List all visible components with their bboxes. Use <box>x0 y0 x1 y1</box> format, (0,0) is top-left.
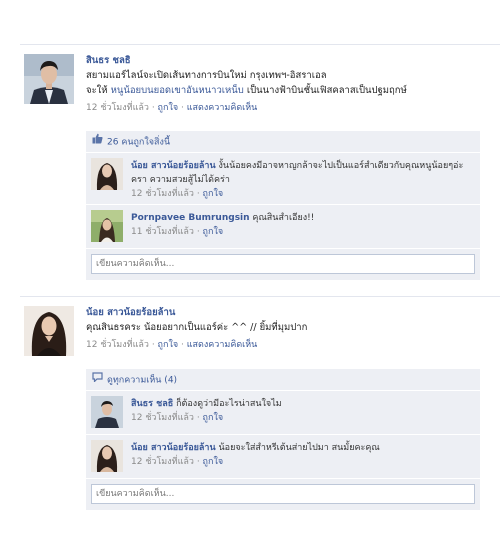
comment-item: สินธร ชลธิ ก็ต้องดูว่ามีอะไรน่าสนใจไม 12… <box>86 391 480 435</box>
avatar-noi[interactable] <box>91 440 123 472</box>
post-separator <box>20 296 500 297</box>
comment-author[interactable]: สินธร ชลธิ <box>131 399 173 409</box>
comment-author[interactable]: น้อย สาวน้อยร้อยล้าน <box>131 161 216 171</box>
meta-separator: · <box>193 227 203 237</box>
post-text: คุณสินธรคระ น้อยอยากเป็นแอร์ค่ะ ^^ // ยิ… <box>86 322 308 333</box>
comment-input-row: เขียนความคิดเห็น... <box>86 249 480 281</box>
thumbs-up-icon <box>92 131 103 153</box>
like-link[interactable]: ถูกใจ <box>158 103 179 113</box>
post-meta: 12 ชั่วโมงที่แล้ว · ถูกใจ · แสดงความคิดเ… <box>86 101 496 115</box>
post-separator <box>20 44 500 45</box>
comment-link[interactable]: แสดงความคิดเห็น <box>187 103 258 113</box>
meta-separator: · <box>193 189 203 199</box>
comment-meta: 12 ชั่วโมงที่แล้ว · ถูกใจ <box>131 413 223 423</box>
avatar-sinthorn[interactable] <box>24 54 74 104</box>
avatar-noi-large[interactable] <box>24 306 74 356</box>
comment-timestamp[interactable]: 12 ชั่วโมงที่แล้ว <box>131 457 194 467</box>
comment-author[interactable]: น้อย สาวน้อยร้อยล้าน <box>131 443 216 453</box>
comment-meta: 12 ชั่วโมงที่แล้ว · ถูกใจ <box>131 189 223 199</box>
comment-like-link[interactable]: ถูกใจ <box>203 457 224 467</box>
comment-text: ก็ต้องดูว่ามีอะไรน่าสนใจไม <box>176 399 282 409</box>
comment-meta: 11 ชั่วโมงที่แล้ว · ถูกใจ <box>131 227 223 237</box>
tagged-user-link[interactable]: หนูน้อยบนยอดเขาอันหนาวเหน็บ <box>111 85 244 96</box>
post-text-line2-prefix: จะให้ <box>86 85 111 96</box>
avatar-noi[interactable] <box>91 158 123 190</box>
post-text-line2-suffix: เป็นนางฟ้าบินชั้นเฟิสคลาสเป็นปฐมฤกษ์ <box>243 85 407 96</box>
meta-separator: · <box>148 103 158 113</box>
meta-separator: · <box>193 457 203 467</box>
comment-item: น้อย สาวน้อยร้อยล้าน งั้นน้อยคงมีอาจหาญก… <box>86 153 480 205</box>
meta-separator: · <box>193 413 203 423</box>
comment-text: น้อยจะใส่สำหรีเต้นส่ายไปมา สนมั้ยคะคุณ <box>218 443 380 453</box>
like-link[interactable]: ถูกใจ <box>158 340 179 350</box>
comment-timestamp[interactable]: 12 ชั่วโมงที่แล้ว <box>131 413 194 423</box>
likes-summary[interactable]: 26 คนถูกใจสิ่งนี้ <box>86 131 480 153</box>
likes-count-text[interactable]: 26 คนถูกใจสิ่งนี้ <box>107 138 170 148</box>
meta-separator: · <box>178 340 187 350</box>
comment-input[interactable]: เขียนความคิดเห็น... <box>91 254 475 274</box>
meta-separator: · <box>148 340 158 350</box>
post-author[interactable]: น้อย สาวน้อยร้อยล้าน <box>86 306 496 320</box>
avatar-sinthorn-small[interactable] <box>91 396 123 428</box>
post-author[interactable]: สินธร ชลธิ <box>86 54 496 68</box>
post-text: สยามแอร์ไลน์จะเปิดเส้นทางการบินใหม่ กรุง… <box>86 68 496 98</box>
avatar-pornpavee[interactable] <box>91 210 123 242</box>
view-all-comments[interactable]: ดูทุกความเห็น (4) <box>86 369 480 391</box>
comment-like-link[interactable]: ถูกใจ <box>203 413 224 423</box>
comment-input-row: เขียนความคิดเห็น... <box>86 479 480 511</box>
meta-separator: · <box>178 103 187 113</box>
comment-bubble-icon <box>92 369 103 391</box>
comment-author[interactable]: Pornpavee Bumrungsin <box>131 213 250 223</box>
feedback-box-post1: 26 คนถูกใจสิ่งนี้ น้อย สาวน้อยร้อยล้าน ง… <box>86 131 480 281</box>
comment-meta: 12 ชั่วโมงที่แล้ว · ถูกใจ <box>131 457 223 467</box>
comment-timestamp[interactable]: 11 ชั่วโมงที่แล้ว <box>131 227 194 237</box>
post-meta: 12 ชั่วโมงที่แล้ว · ถูกใจ · แสดงความคิดเ… <box>86 338 496 352</box>
post-text-line1: สยามแอร์ไลน์จะเปิดเส้นทางการบินใหม่ กรุง… <box>86 70 327 81</box>
comment-timestamp[interactable]: 12 ชั่วโมงที่แล้ว <box>131 189 194 199</box>
comment-like-link[interactable]: ถูกใจ <box>203 189 224 199</box>
comment-input[interactable]: เขียนความคิดเห็น... <box>91 484 475 504</box>
feedback-box-post2: ดูทุกความเห็น (4) สินธร ชลธิ ก็ต้องดูว่า… <box>86 369 480 511</box>
post-timestamp[interactable]: 12 ชั่วโมงที่แล้ว <box>86 103 149 113</box>
comment-item: น้อย สาวน้อยร้อยล้าน น้อยจะใส่สำหรีเต้นส… <box>86 435 480 479</box>
comment-link[interactable]: แสดงความคิดเห็น <box>187 340 258 350</box>
post-timestamp[interactable]: 12 ชั่วโมงที่แล้ว <box>86 340 149 350</box>
comment-like-link[interactable]: ถูกใจ <box>203 227 224 237</box>
comment-item: Pornpavee Bumrungsin คุณสินสำเอียง!! 11 … <box>86 205 480 249</box>
comment-text: คุณสินสำเอียง!! <box>252 213 315 223</box>
view-all-comments-label[interactable]: ดูทุกความเห็น (4) <box>107 376 177 386</box>
